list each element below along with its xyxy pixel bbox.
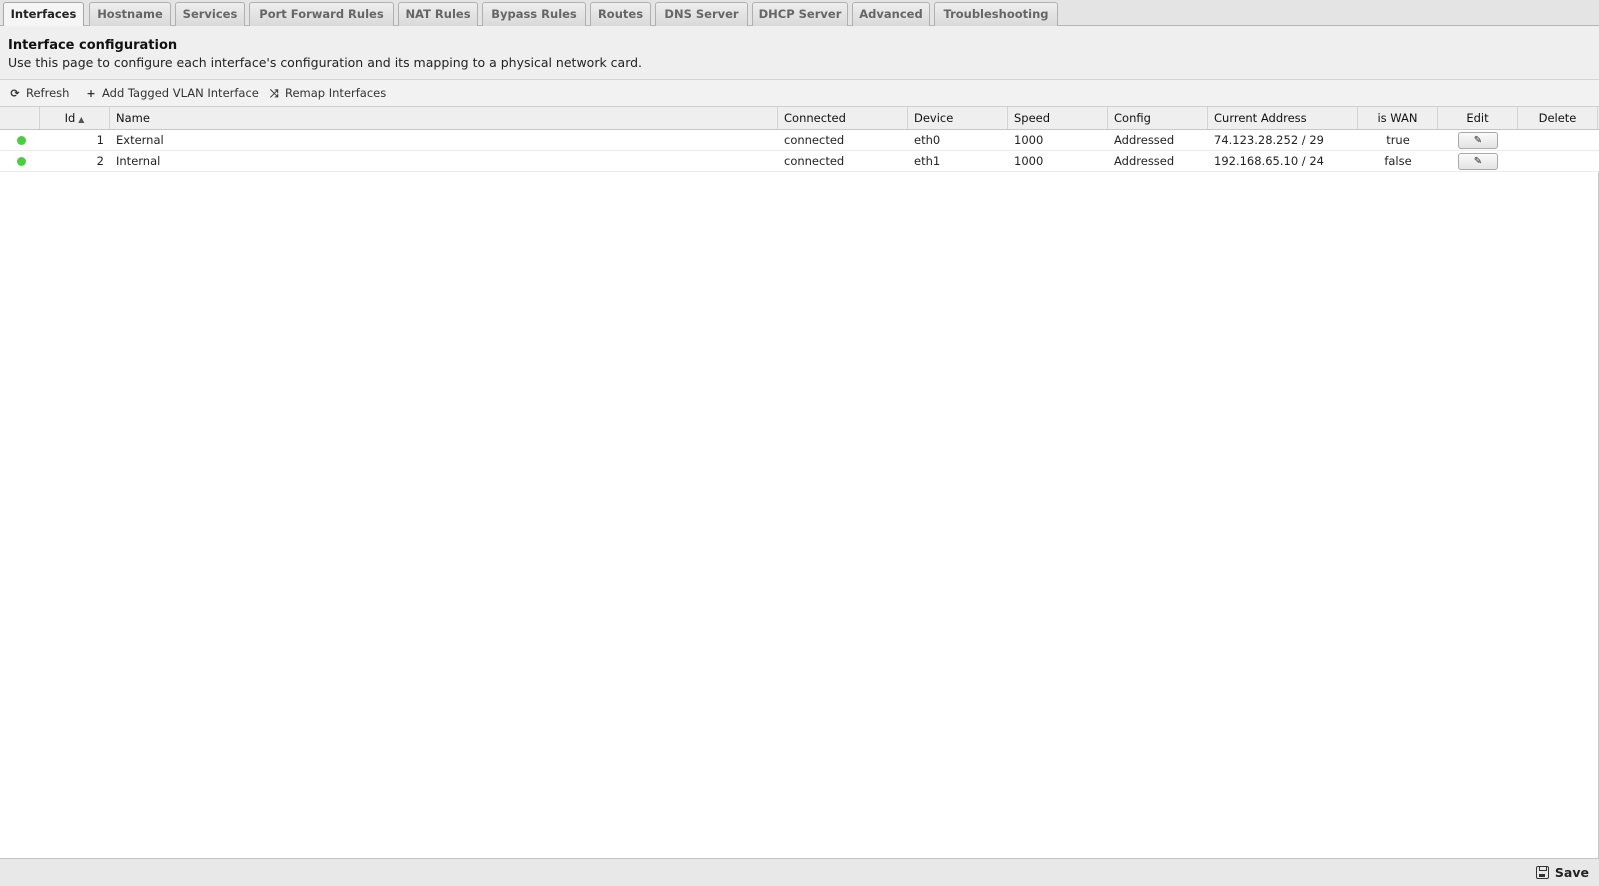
remap-interfaces-button[interactable]: ⤨ Remap Interfaces [268, 85, 387, 102]
cell-device: eth0 [914, 133, 941, 147]
column-header-delete: Delete [1518, 107, 1598, 129]
tab-routes[interactable]: Routes [590, 2, 651, 26]
cell-config: Addressed [1114, 133, 1175, 147]
column-header-edit: Edit [1438, 107, 1518, 129]
cell-connected: connected [784, 133, 845, 147]
tab-services[interactable]: Services [175, 2, 245, 26]
tab-troubleshooting[interactable]: Troubleshooting [934, 2, 1058, 26]
pencil-icon: ✎ [1473, 156, 1483, 167]
column-header-speed[interactable]: Speed [1008, 107, 1108, 129]
cell-id: 1 [96, 133, 104, 147]
sort-ascending-icon: ▲ [78, 115, 85, 124]
column-header-is-wan[interactable]: is WAN [1358, 107, 1438, 129]
tab-hostname[interactable]: Hostname [89, 2, 171, 26]
cell-name: Internal [116, 154, 161, 168]
column-header-id[interactable]: Id ▲ [40, 107, 110, 129]
page-description: Use this page to configure each interfac… [8, 55, 643, 70]
cell-is-wan: false [1384, 154, 1412, 168]
table-row[interactable]: 2 Internal connected eth1 1000 Addressed… [0, 151, 1599, 172]
save-button[interactable]: Save [1535, 864, 1589, 882]
refresh-button[interactable]: ⟳ Refresh [9, 85, 69, 102]
column-header-device[interactable]: Device [908, 107, 1008, 129]
plus-icon: + [86, 87, 96, 100]
grid-toolbar: ⟳ Refresh + Add Tagged VLAN Interface ⤨ Rem… [0, 80, 1599, 107]
grid-header: Id ▲ Name Connected Device Speed Config C… [0, 107, 1599, 130]
edit-button[interactable]: ✎ [1458, 132, 1498, 149]
tab-bypass-rules[interactable]: Bypass Rules [482, 2, 586, 26]
tab-advanced[interactable]: Advanced [852, 2, 930, 26]
pencil-icon: ✎ [1473, 135, 1483, 146]
save-label: Save [1554, 865, 1589, 880]
column-header-connected[interactable]: Connected [778, 107, 908, 129]
cell-config: Addressed [1114, 154, 1175, 168]
cell-speed: 1000 [1014, 154, 1044, 168]
cell-connected: connected [784, 154, 845, 168]
tab-bar: Interfaces Hostname Services Port Forwar… [0, 0, 1599, 27]
refresh-icon: ⟳ [10, 87, 20, 100]
table-row[interactable]: 1 External connected eth0 1000 Addressed… [0, 130, 1599, 151]
tab-nat-rules[interactable]: NAT Rules [398, 2, 478, 26]
tab-interfaces[interactable]: Interfaces [3, 2, 84, 27]
tab-dns-server[interactable]: DNS Server [655, 2, 748, 26]
column-header-name[interactable]: Name [110, 107, 778, 129]
add-tagged-vlan-button[interactable]: + Add Tagged VLAN Interface [85, 85, 259, 102]
add-vlan-label: Add Tagged VLAN Interface [102, 86, 259, 100]
cell-speed: 1000 [1014, 133, 1044, 147]
cell-is-wan: true [1386, 133, 1410, 147]
cell-id: 2 [96, 154, 104, 168]
column-header-config[interactable]: Config [1108, 107, 1208, 129]
shuffle-icon: ⤨ [269, 87, 279, 100]
floppy-disk-icon [1535, 866, 1549, 879]
cell-name: External [116, 133, 164, 147]
status-connected-icon [17, 136, 26, 145]
column-header-id-label: Id [64, 111, 76, 125]
column-header-status [0, 107, 40, 129]
app-window: Interfaces Hostname Services Port Forwar… [0, 0, 1599, 886]
page-title: Interface configuration [8, 38, 178, 53]
remap-label: Remap Interfaces [285, 86, 387, 100]
tab-port-forward-rules[interactable]: Port Forward Rules [249, 2, 394, 26]
edit-button[interactable]: ✎ [1458, 153, 1498, 170]
cell-current-address: 192.168.65.10 / 24 [1214, 154, 1324, 168]
tab-dhcp-server[interactable]: DHCP Server [752, 2, 848, 26]
cell-device: eth1 [914, 154, 941, 168]
column-header-current-address[interactable]: Current Address [1208, 107, 1358, 129]
refresh-label: Refresh [26, 86, 70, 100]
status-connected-icon [17, 157, 26, 166]
footer-bar: Save [0, 858, 1599, 886]
cell-current-address: 74.123.28.252 / 29 [1214, 133, 1324, 147]
page-header: Interface configuration Use this page to… [0, 26, 1599, 80]
